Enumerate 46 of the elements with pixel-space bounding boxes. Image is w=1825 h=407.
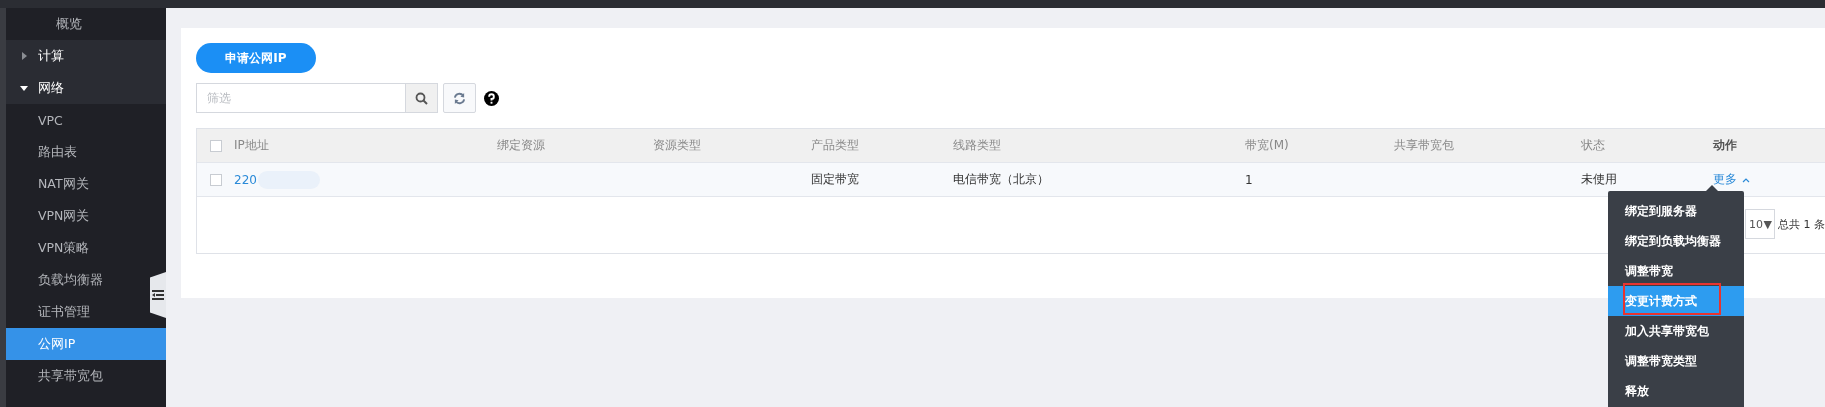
collapse-sidebar-icon[interactable] (150, 272, 166, 318)
help-icon[interactable] (484, 90, 499, 106)
column-header: 动作 (1713, 137, 1738, 154)
search-field[interactable]: 筛选 (196, 83, 405, 113)
table-cell: 电信带宽（北京） (953, 172, 1049, 186)
sidebar-item[interactable]: VPN策略 (6, 232, 150, 264)
table-cell: 未使用 (1581, 172, 1617, 186)
column-header: 绑定资源 (497, 137, 546, 154)
menu-item[interactable]: 绑定到服务器 (1608, 196, 1744, 226)
menu-item[interactable]: 调整带宽类型 (1608, 346, 1744, 376)
sidebar-item[interactable]: 路由表 (6, 136, 150, 168)
checkbox[interactable] (209, 139, 222, 152)
refresh-icon (453, 91, 466, 105)
menu-item[interactable]: 绑定到负载均衡器 (1608, 226, 1744, 256)
refresh-button[interactable] (443, 83, 476, 113)
sidebar-item[interactable]: 负载均衡器 (6, 264, 150, 296)
search-button[interactable] (405, 83, 438, 113)
sidebar-item[interactable]: 计算 (6, 40, 166, 72)
sidebar-item[interactable]: 证书管理 (6, 296, 150, 328)
column-header: IP地址 (234, 137, 270, 154)
page-size-select[interactable]: 10▼ (1745, 209, 1775, 239)
column-header: 状态 (1581, 137, 1606, 154)
menu-item[interactable]: 释放 (1608, 376, 1744, 406)
ip-link[interactable]: 220 (234, 172, 257, 186)
more-link[interactable]: 更多 (1713, 171, 1750, 188)
caret-icon (20, 84, 28, 92)
sidebar-item[interactable]: VPC (6, 104, 150, 136)
menu-item[interactable]: 调整带宽 (1608, 256, 1744, 286)
sidebar-item[interactable]: 概览 (6, 8, 150, 40)
sidebar-item[interactable]: VPN网关 (6, 200, 150, 232)
total-count: 总共 1 条 (1778, 216, 1825, 232)
column-header: 资源类型 (653, 137, 702, 154)
menu-item[interactable]: 加入共享带宽包 (1608, 316, 1744, 346)
column-header: 带宽(M) (1245, 137, 1290, 154)
checkbox[interactable] (209, 173, 222, 186)
sidebar-item[interactable]: 网络 (6, 72, 166, 104)
caret-icon (1742, 176, 1750, 183)
caret-icon (20, 52, 28, 60)
search-icon (415, 91, 428, 105)
column-header: 产品类型 (811, 137, 860, 154)
column-header: 共享带宽包 (1394, 137, 1455, 154)
column-header: 线路类型 (953, 137, 1002, 154)
table-cell: 固定带宽 (811, 172, 859, 186)
sidebar-item[interactable]: NAT网关 (6, 168, 150, 200)
table-cell: 1 (1245, 172, 1253, 187)
sidebar-item[interactable]: 共享带宽包 (6, 360, 150, 392)
